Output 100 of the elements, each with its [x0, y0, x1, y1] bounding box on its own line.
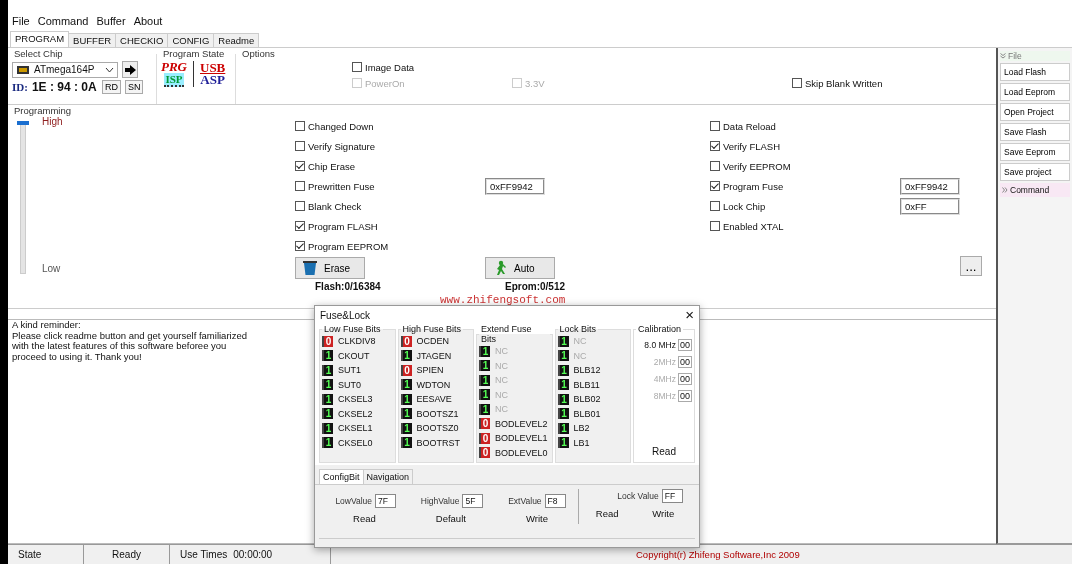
- tab[interactable]: ConfigBit: [319, 469, 364, 484]
- tab[interactable]: CONFIG: [167, 33, 215, 47]
- slider-thumb[interactable]: [17, 121, 29, 125]
- bit-toggle[interactable]: 1: [400, 437, 412, 449]
- bit-toggle[interactable]: 0: [400, 364, 412, 376]
- bit-name: NC: [495, 360, 508, 371]
- option-checkbox[interactable]: Skip Blank Written: [792, 75, 992, 91]
- status-text: State: [8, 545, 84, 564]
- tab[interactable]: CHECKIO: [115, 33, 169, 47]
- option-checkbox[interactable]: Data Reload: [710, 120, 900, 132]
- side-button[interactable]: Save Eeprom: [1000, 143, 1070, 161]
- value-field[interactable]: 5F: [462, 494, 484, 508]
- bit-toggle[interactable]: 0: [479, 432, 490, 444]
- bit-toggle[interactable]: 0: [322, 335, 333, 347]
- value-field[interactable]: F8: [544, 494, 566, 508]
- menu-item[interactable]: Buffer: [96, 15, 126, 29]
- bit-toggle[interactable]: 1: [557, 379, 569, 391]
- menu-item[interactable]: File: [12, 15, 30, 29]
- option-checkbox[interactable]: Verify FLASH: [710, 140, 900, 152]
- option-checkbox[interactable]: Verify EEPROM: [710, 160, 900, 172]
- chevron-icon: [1002, 187, 1008, 193]
- value-field[interactable]: 7F: [375, 494, 397, 508]
- bit-toggle[interactable]: 0: [479, 447, 490, 459]
- bit-name: LB2: [573, 423, 590, 434]
- bit-name: NC: [495, 346, 508, 357]
- tab[interactable]: Navigation: [362, 469, 414, 484]
- option-checkbox[interactable]: Program FLASH: [295, 220, 485, 232]
- action-button[interactable]: Default: [435, 513, 466, 524]
- bit-toggle[interactable]: 1: [322, 393, 333, 405]
- action-button[interactable]: Write: [525, 513, 548, 524]
- small-button[interactable]: SN: [124, 80, 144, 94]
- erase-button[interactable]: Erase: [295, 257, 365, 279]
- read-button[interactable]: Read: [652, 446, 676, 457]
- option-checkbox[interactable]: Changed Down: [295, 120, 485, 132]
- side-button[interactable]: Load Eeprom: [1000, 83, 1070, 101]
- section-header[interactable]: File: [1000, 51, 1070, 61]
- auto-button[interactable]: Auto: [485, 257, 555, 279]
- side-button[interactable]: Open Project: [1000, 103, 1070, 121]
- bit-toggle[interactable]: 1: [400, 393, 412, 405]
- fuse-field[interactable]: 0xFF9942: [900, 177, 960, 195]
- side-button[interactable]: Save Flash: [1000, 123, 1070, 141]
- option-checkbox[interactable]: Image Data: [352, 59, 512, 75]
- tab[interactable]: PROGRAM: [10, 31, 70, 47]
- group-title: Options: [241, 48, 276, 59]
- bit-name: BOOTSZ0: [416, 423, 459, 434]
- bit-toggle[interactable]: 1: [400, 350, 412, 362]
- bit-toggle[interactable]: 1: [322, 437, 333, 449]
- option-checkbox[interactable]: Prewritten Fuse: [295, 180, 485, 192]
- bit-name: CKSEL0: [338, 437, 373, 448]
- bit-name: BOOTSZ1: [416, 408, 459, 419]
- fuse-field[interactable]: 0xFF9942: [485, 177, 545, 195]
- close-button[interactable]: ×: [685, 309, 694, 321]
- bit-toggle[interactable]: 1: [557, 408, 569, 420]
- group-title: Program State: [162, 48, 226, 59]
- bit-toggle[interactable]: 0: [479, 418, 490, 430]
- option-checkbox[interactable]: Program Fuse: [710, 180, 900, 192]
- action-button[interactable]: Read: [595, 508, 619, 519]
- bit-toggle[interactable]: 1: [322, 422, 333, 434]
- fuse-field[interactable]: 0xFF: [900, 197, 960, 215]
- side-button[interactable]: Load Flash: [1000, 63, 1070, 81]
- more-button[interactable]: ...: [960, 256, 982, 276]
- go-button[interactable]: [122, 61, 138, 78]
- calibration-field[interactable]: 00: [678, 339, 692, 351]
- menu-item[interactable]: About: [133, 15, 163, 29]
- side-button[interactable]: Save project: [1000, 163, 1070, 181]
- bit-toggle[interactable]: 1: [400, 422, 412, 434]
- dialog-title: Fuse&Lock: [320, 309, 371, 321]
- bit-toggle[interactable]: 1: [322, 408, 333, 420]
- bit-toggle[interactable]: 1: [322, 364, 333, 376]
- option-checkbox[interactable]: Program EEPROM: [295, 240, 485, 252]
- bit-toggle[interactable]: 1: [322, 379, 333, 391]
- bit-name: BODLEVEL1: [495, 433, 548, 444]
- bit-name: WDTON: [416, 379, 451, 390]
- status-text: Ready: [84, 545, 170, 564]
- bit-name: NC: [495, 389, 508, 400]
- option-checkbox[interactable]: Chip Erase: [295, 160, 485, 172]
- option-checkbox[interactable]: Verify Signature: [295, 140, 485, 152]
- menu-item[interactable]: Command: [37, 15, 89, 29]
- bit-toggle[interactable]: 1: [557, 437, 569, 449]
- tab[interactable]: Readme: [213, 33, 260, 47]
- bit-toggle[interactable]: 1: [400, 379, 412, 391]
- tab[interactable]: BUFFER: [68, 33, 117, 47]
- bit-toggle[interactable]: 1: [557, 393, 569, 405]
- chip-dropdown[interactable]: ATmega164P: [12, 61, 118, 78]
- option-checkbox[interactable]: Lock Chip: [710, 200, 900, 212]
- option-checkbox[interactable]: Blank Check: [295, 200, 485, 212]
- section-header[interactable]: Command: [1000, 183, 1070, 197]
- option-checkbox[interactable]: Enabled XTAL: [710, 220, 900, 232]
- field-label: ExtValue: [508, 496, 542, 506]
- small-button[interactable]: RD: [101, 80, 121, 94]
- bit-toggle[interactable]: 0: [400, 335, 412, 347]
- group-title: Calibration: [637, 324, 683, 334]
- action-button[interactable]: Write: [652, 508, 675, 519]
- bit-toggle[interactable]: 1: [557, 422, 569, 434]
- value-field[interactable]: FF: [661, 489, 683, 503]
- bit-toggle[interactable]: 1: [322, 350, 333, 362]
- bit-toggle[interactable]: 1: [557, 364, 569, 376]
- copyright-text: Copyright(r) Zhifeng Software,Inc 2009: [636, 549, 800, 560]
- bit-toggle[interactable]: 1: [400, 408, 412, 420]
- action-button[interactable]: Read: [353, 513, 376, 524]
